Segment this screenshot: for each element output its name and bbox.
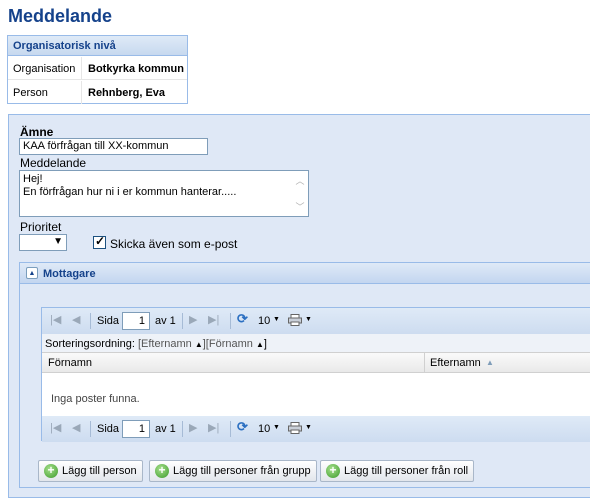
prev-page-icon[interactable]: ◀ [72,313,80,326]
org-level-header: Organisatorisk nivå [8,36,187,56]
priority-select[interactable]: ▼ [19,234,67,251]
page-number-input[interactable]: 1 [122,420,150,438]
page-count: av 1 [155,315,176,327]
message-line: En förfrågan hur ni i er kommun hanterar… [23,186,237,198]
plus-icon: + [326,464,340,478]
subject-input[interactable]: KAA förfrågan till XX-kommun [19,138,208,155]
org-value: Botkyrka kommun [88,63,184,75]
column-header-lastname[interactable]: Efternamn [430,357,481,369]
prev-page-icon[interactable]: ◀ [72,421,80,434]
chevron-down-icon: ▼ [305,316,312,323]
scroll-up-icon[interactable]: ︿ [294,175,306,186]
recipients-grid: |◀ ◀ Sida 1 av 1 ▶ ▶| ⟳ 10 ▼ ▼ Sortering… [41,307,590,442]
add-from-group-button[interactable]: + Lägg till personer från grupp [149,460,317,482]
last-page-icon[interactable]: ▶| [208,313,219,326]
org-value: Rehnberg, Eva [88,87,166,99]
email-checkbox-label: Skicka även som e-post [110,237,238,251]
email-checkbox[interactable]: ✓ [93,234,106,249]
recipients-panel: ▲ Mottagare |◀ ◀ Sida 1 av 1 ▶ ▶| ⟳ 10 ▼ [19,262,590,488]
priority-label: Prioritet [20,220,62,234]
empty-grid-text: Inga poster funna. [51,393,140,405]
print-icon[interactable] [288,314,302,326]
sort-up-icon: ▲ [255,340,264,349]
plus-icon: + [44,464,58,478]
plus-icon: + [155,464,169,478]
next-page-icon[interactable]: ▶ [189,421,197,434]
chevron-down-icon: ▼ [273,424,280,431]
print-icon[interactable] [288,422,302,434]
org-row-person: Person Rehnberg, Eva [8,81,187,104]
sort-item-lastname[interactable]: [Efternamn [138,338,192,350]
message-line: Hej! [23,173,43,185]
scroll-down-icon[interactable]: ﹀ [294,201,306,212]
page-label: Sida [97,315,120,327]
message-textarea[interactable]: Hej! En förfrågan hur ni i er kommun han… [19,170,309,217]
subject-label: Ämne [20,125,54,139]
first-page-icon[interactable]: |◀ [50,313,61,326]
org-key: Person [13,87,48,99]
chevron-down-icon: ▼ [305,424,312,431]
sort-order-label: Sorteringsordning: [45,338,135,350]
add-from-group-label: Lägg till personer från grupp [173,465,311,477]
recipients-title: Mottagare [43,268,96,280]
first-page-icon[interactable]: |◀ [50,421,61,434]
sort-order-bar: Sorteringsordning: [Efternamn ▲][Förnamn… [42,334,590,353]
page-size-select[interactable]: 10 [258,315,270,327]
collapse-icon[interactable]: ▲ [26,267,38,279]
org-row-organisation: Organisation Botkyrka kommun [8,57,187,80]
chevron-down-icon: ▼ [273,316,280,323]
message-label: Meddelande [20,156,87,170]
grid-toolbar-top: |◀ ◀ Sida 1 av 1 ▶ ▶| ⟳ 10 ▼ ▼ [42,308,590,334]
sort-up-icon: ▲ [194,340,203,349]
checkmark-icon: ✓ [95,234,106,248]
org-key: Organisation [13,63,76,75]
add-from-role-label: Lägg till personer från roll [344,465,469,477]
org-level-table: Organisatorisk nivå Organisation Botkyrk… [7,35,188,104]
add-from-role-button[interactable]: + Lägg till personer från roll [320,460,475,482]
message-form: Ämne KAA förfrågan till XX-kommun Meddel… [8,114,590,498]
page-number-input[interactable]: 1 [122,312,150,330]
sort-end: ] [263,338,267,350]
sort-asc-icon: ▲ [486,358,494,367]
page-title: Meddelande [8,6,113,26]
grid-column-header: Förnamn Efternamn ▲ [42,353,590,373]
column-header-firstname[interactable]: Förnamn [48,357,92,369]
refresh-icon[interactable]: ⟳ [237,311,248,327]
page-size-select[interactable]: 10 [258,423,270,435]
add-person-button[interactable]: + Lägg till person [38,460,143,482]
refresh-icon[interactable]: ⟳ [237,419,248,435]
last-page-icon[interactable]: ▶| [208,421,219,434]
add-person-label: Lägg till person [62,465,137,477]
grid-toolbar-bottom: |◀ ◀ Sida 1 av 1 ▶ ▶| ⟳ 10 ▼ ▼ [42,416,590,442]
page-count: av 1 [155,423,176,435]
chevron-down-icon: ▼ [53,236,63,247]
recipients-header: ▲ Mottagare [20,263,590,284]
next-page-icon[interactable]: ▶ [189,313,197,326]
page-label: Sida [97,423,120,435]
sort-item-firstname[interactable]: ][Förnamn [203,338,253,350]
